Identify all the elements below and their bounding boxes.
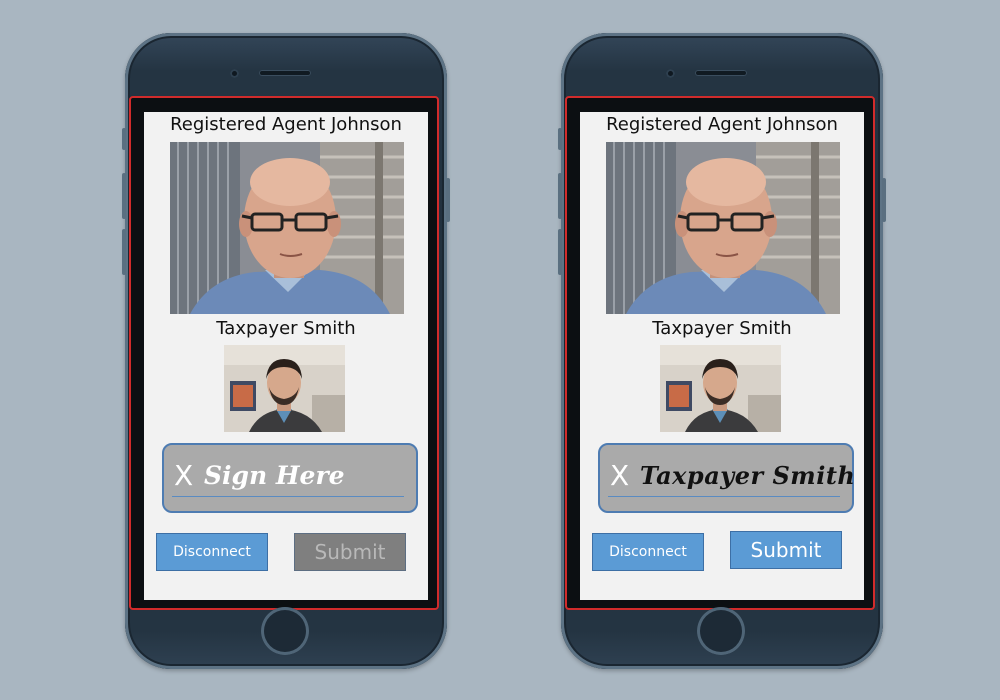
signature-field[interactable]: X Taxpayer Smith [598, 443, 856, 513]
signature-placeholder: Sign Here [204, 461, 345, 490]
taxpayer-name-label: Taxpayer Smith [652, 318, 792, 339]
volume-down-button [558, 229, 562, 275]
phone-unsigned: Registered Agent Johnson Taxpayer Smith … [122, 33, 450, 669]
phone-signed: Registered Agent Johnson Taxpayer Smith … [558, 33, 886, 669]
signature-field[interactable]: X Sign Here [162, 443, 418, 513]
power-button [446, 178, 450, 222]
taxpayer-video-feed [224, 345, 345, 432]
disconnect-button[interactable]: Disconnect [592, 533, 704, 571]
volume-up-button [122, 173, 126, 219]
submit-button[interactable]: Submit [730, 531, 842, 569]
app-screen: Registered Agent Johnson Taxpayer Smith … [580, 112, 864, 600]
home-button[interactable] [697, 607, 745, 655]
front-camera [666, 69, 675, 78]
volume-up-button [558, 173, 562, 219]
power-button [882, 178, 886, 222]
taxpayer-video-feed [660, 345, 781, 432]
signature-line [172, 496, 404, 497]
earpiece-speaker [259, 70, 311, 76]
mute-switch [122, 128, 126, 150]
submit-button-disabled[interactable]: Submit [294, 533, 406, 571]
mute-switch [558, 128, 562, 150]
agent-name-label: Registered Agent Johnson [606, 114, 838, 135]
taxpayer-name-label: Taxpayer Smith [216, 318, 356, 339]
earpiece-speaker [695, 70, 747, 76]
agent-name-label: Registered Agent Johnson [170, 114, 402, 135]
home-button[interactable] [261, 607, 309, 655]
disconnect-button[interactable]: Disconnect [156, 533, 268, 571]
agent-video-feed [170, 142, 404, 314]
signature-x-mark: X [174, 459, 194, 492]
signature-line [608, 496, 840, 497]
volume-down-button [122, 229, 126, 275]
agent-video-feed [606, 142, 840, 314]
app-screen: Registered Agent Johnson Taxpayer Smith … [144, 112, 428, 600]
signature-x-mark: X [610, 459, 630, 492]
front-camera [230, 69, 239, 78]
signature-value: Taxpayer Smith [640, 461, 856, 490]
